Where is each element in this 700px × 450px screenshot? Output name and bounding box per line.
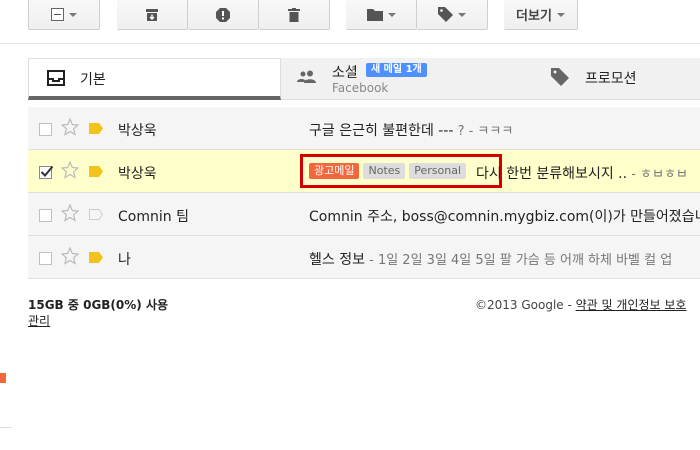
sender-name: Comnin 팀 [118,209,189,225]
chevron-down-icon [458,12,466,17]
folder-icon [366,9,383,21]
tab-promotions[interactable]: 프로모션 [534,58,700,100]
tab-social-sub: Facebook [332,81,389,95]
row-checkbox[interactable] [39,165,53,179]
mail-row[interactable]: Comnin 팀 Comnin 주소, boss@comnin.mygbiz.c… [28,193,700,236]
label-chip-ad[interactable]: 광고메일 [309,163,360,179]
star-icon[interactable] [61,247,79,265]
star-icon[interactable] [61,118,79,136]
category-tabs: 기본 소셜 새 메일 1개 Facebook 프로모션 [28,58,700,100]
subject-text: 헬스 정보 [309,252,365,268]
people-icon [297,70,316,83]
subject-line: 구글 은근히 불편한데 --- ? - ㅋㅋㅋ [309,120,700,140]
mail-row[interactable]: 박상욱 구글 은근히 불편한데 --- ? - ㅋㅋㅋ [28,107,700,150]
subject-text: Comnin 주소, boss@comnin.mygbiz.com(이)가 만들… [309,209,700,225]
delete-button[interactable] [259,0,330,30]
labels-button[interactable] [417,0,488,30]
row-checkbox[interactable] [39,123,52,136]
storage-usage: 15GB 중 0GB(0%) 사용 [28,298,169,312]
subject-text: 다시 한번 분류해보시지 .. [476,166,628,182]
subject-line: 다시 한번 분류해보시지 .. - ㅎㅂㅎㅂ [476,163,700,183]
manage-link[interactable]: 관리 [28,312,50,329]
terms-link[interactable]: 약관 및 개인정보 보호 [576,298,687,312]
footer-copyright: ©2013 Google - 약관 및 개인정보 보호 [475,296,686,313]
more-button[interactable]: 더보기 [504,0,578,30]
snippet-text: - 1일 2일 3일 4일 5일 팔 가슴 등 어깨 하체 바벨 컬 업 [364,253,673,268]
select-dropdown-button[interactable] [28,0,100,30]
row-checkbox[interactable] [39,252,52,265]
subject-text: 구글 은근히 불편한데 --- [309,123,454,139]
move-to-button[interactable] [346,0,417,30]
tag-icon [551,68,569,86]
mail-row[interactable]: 박상욱 광고메일 Notes Personal 다시 한번 분류해보시지 .. … [28,150,700,193]
labels-highlight-box: 광고메일 Notes Personal [300,154,502,188]
tab-social-label: 소셜 [332,65,358,81]
mail-row[interactable]: 나 헬스 정보 - 1일 2일 3일 4일 5일 팔 가슴 등 어깨 하체 바벨… [28,236,700,279]
tab-primary[interactable]: 기본 [28,58,281,100]
tab-promotions-label: 프로모션 [585,71,637,87]
inbox-icon [47,70,65,86]
report-spam-button[interactable] [188,0,259,30]
tab-primary-label: 기본 [80,72,106,88]
tab-social[interactable]: 소셜 새 메일 1개 Facebook [281,58,534,100]
checkmark-icon [40,165,53,177]
star-icon[interactable] [61,161,79,179]
important-marker-icon[interactable] [89,123,103,134]
subject-line: 헬스 정보 - 1일 2일 3일 4일 5일 팔 가슴 등 어깨 하체 바벨 컬… [309,249,700,269]
toolbar: 더보기 [0,0,700,44]
chevron-down-icon [556,12,565,17]
snippet-text: - ㅎㅂㅎㅂ [627,167,688,182]
subject-line: Comnin 주소, boss@comnin.mygbiz.com(이)가 만들… [309,206,700,226]
snippet-text: ? - ㅋㅋㅋ [453,124,514,139]
label-chip-notes[interactable]: Notes [363,163,406,179]
sender-name: 나 [118,252,131,268]
label-chip-personal[interactable]: Personal [409,163,467,179]
side-accent [0,373,6,383]
sender-name: 박상욱 [118,166,157,182]
report-spam-icon [216,7,230,22]
important-marker-icon[interactable] [89,252,103,263]
archive-button[interactable] [117,0,188,30]
copyright-text: ©2013 Google - [475,298,576,312]
important-marker-icon[interactable] [89,209,103,220]
trash-icon [288,7,300,22]
new-mail-badge: 새 메일 1개 [366,63,427,77]
label-icon [438,7,453,22]
sender-name: 박상욱 [118,123,157,139]
star-icon[interactable] [61,204,79,222]
row-checkbox[interactable] [39,209,52,222]
archive-icon [146,8,158,21]
checkbox-icon [51,8,64,21]
more-label: 더보기 [516,9,552,24]
important-marker-icon[interactable] [89,166,103,177]
chevron-down-icon [69,12,77,17]
chevron-down-icon [387,12,396,17]
divider [0,427,12,428]
